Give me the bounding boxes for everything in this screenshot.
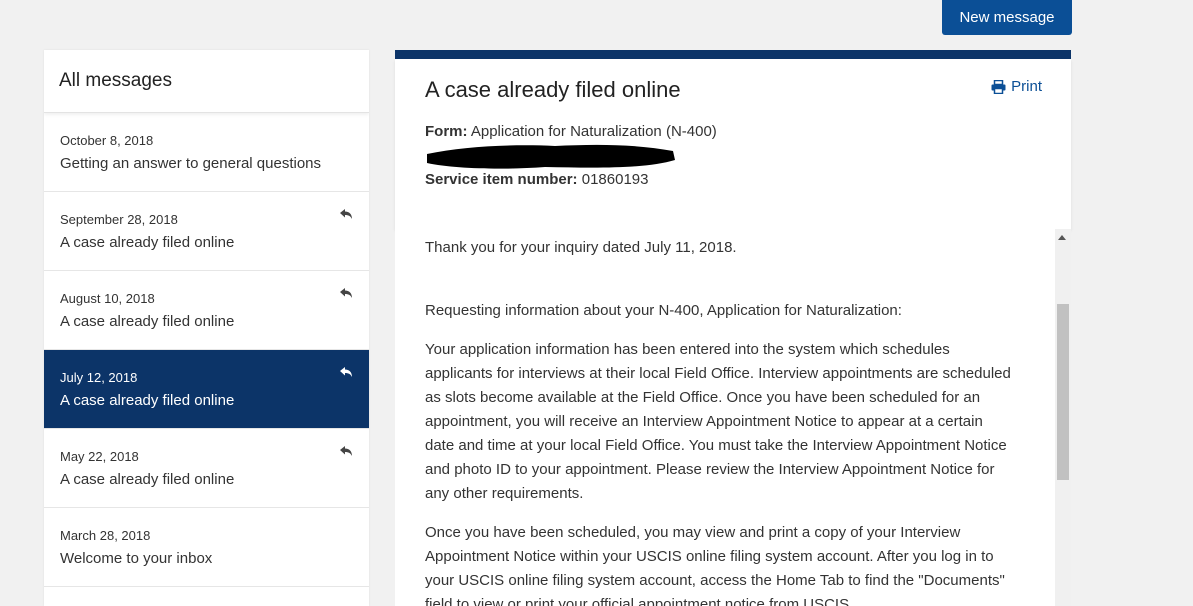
new-message-button[interactable]: New message: [942, 0, 1072, 35]
print-label: Print: [1011, 78, 1042, 95]
reply-icon: [340, 446, 352, 456]
message-body: Thank you for your inquiry dated July 11…: [395, 229, 1055, 606]
message-list-item[interactable]: October 8, 2018 Getting an answer to gene…: [44, 113, 369, 192]
message-subject: A case already filed online: [60, 392, 235, 409]
message-title: A case already filed online: [425, 77, 681, 102]
message-list-item[interactable]: May 22, 2018 A case already filed online: [44, 429, 369, 508]
message-subject: A case already filed online: [60, 471, 235, 488]
body-paragraph: Thank you for your inquiry dated July 11…: [425, 239, 737, 256]
body-paragraph: Your application information has been en…: [425, 341, 1011, 502]
message-list-item[interactable]: July 12, 2018 A case already filed online: [44, 350, 369, 429]
message-list-item[interactable]: August 10, 2018 A case already filed onli…: [44, 271, 369, 350]
service-item-line: Service item number: 01860193: [425, 171, 648, 188]
message-list-item[interactable]: March 28, 2018 Welcome to your inbox: [44, 508, 369, 587]
sidebar-title: All messages: [44, 50, 369, 113]
message-scrollbar[interactable]: [1055, 229, 1071, 606]
message-subject: A case already filed online: [60, 234, 235, 251]
message-subject: Getting an answer to general questions: [60, 155, 321, 172]
service-item-label: Service item number:: [425, 171, 578, 188]
message-date: September 28, 2018: [60, 212, 178, 227]
message-date: May 22, 2018: [60, 449, 139, 464]
message-subject: Welcome to your inbox: [60, 550, 213, 567]
scrollbar-thumb[interactable]: [1057, 304, 1069, 480]
printer-icon: [991, 79, 1006, 94]
redaction-mark: [427, 144, 675, 169]
message-header: A case already filed online Print Form: …: [395, 59, 1071, 229]
message-subject: A case already filed online: [60, 313, 235, 330]
reply-icon: [340, 209, 352, 219]
message-list-sidebar: All messages October 8, 2018 Getting an a…: [44, 50, 369, 606]
form-value: Application for Naturalization (N-400): [470, 123, 717, 140]
message-date: October 8, 2018: [60, 133, 154, 148]
form-line: Form: Application for Naturalization (N-…: [425, 123, 717, 140]
message-date: August 10, 2018: [60, 291, 155, 306]
body-paragraph: Once you have been scheduled, you may vi…: [425, 524, 1005, 606]
scroll-up-arrow-icon[interactable]: [1058, 235, 1066, 240]
message-date: July 12, 2018: [60, 370, 138, 385]
message-accent-bar: [395, 50, 1071, 59]
reply-icon: [340, 288, 352, 298]
message-list-item[interactable]: September 28, 2018 A case already filed o…: [44, 192, 369, 271]
service-item-value: 01860193: [581, 171, 649, 188]
body-paragraph: Requesting information about your N-400,…: [425, 302, 902, 319]
message-date: March 28, 2018: [60, 528, 151, 543]
reply-icon: [340, 367, 352, 377]
message-list: October 8, 2018 Getting an answer to gene…: [44, 113, 369, 587]
form-label: Form:: [425, 123, 468, 140]
print-button[interactable]: Print: [991, 78, 1042, 95]
